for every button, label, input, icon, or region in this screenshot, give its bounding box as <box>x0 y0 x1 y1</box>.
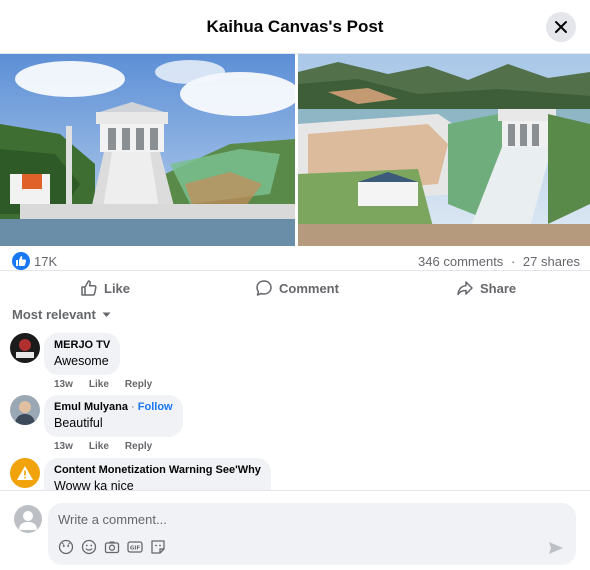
reaction-badge[interactable] <box>12 252 30 270</box>
gif-icon[interactable]: GIF <box>127 539 143 555</box>
comment-bubble: MERJO TV Awesome <box>44 333 121 375</box>
comment-author[interactable]: Content Monetization Warning See'Why <box>54 464 261 476</box>
comment-composer: GIF <box>0 490 590 570</box>
comment-author[interactable]: MERJO TV <box>54 339 110 351</box>
comment-text: Beautiful <box>54 416 103 430</box>
close-icon <box>555 21 567 33</box>
comment-input[interactable] <box>58 509 558 529</box>
comment-reply-link[interactable]: Reply <box>125 441 152 452</box>
caret-down-icon <box>102 312 111 317</box>
photo-grid <box>0 54 590 246</box>
thumbs-up-icon <box>81 280 97 296</box>
comment-author[interactable]: Emul Mulyana <box>54 401 128 413</box>
comment-time[interactable]: 13w <box>54 379 73 390</box>
comment-text: Awesome <box>54 354 109 368</box>
like-button[interactable]: Like <box>80 277 130 299</box>
like-label: Like <box>104 280 131 296</box>
post-title: Kaihua Canvas's Post <box>206 17 384 36</box>
current-user-avatar[interactable] <box>14 505 42 533</box>
reaction-count[interactable]: 17K <box>34 254 57 269</box>
composer-tools: GIF <box>58 539 166 555</box>
comment-bubble-icon <box>256 280 272 296</box>
send-icon[interactable] <box>548 541 564 555</box>
avatar-icon[interactable] <box>58 539 74 555</box>
follow-button[interactable]: Follow <box>138 401 173 413</box>
share-count[interactable]: 27 shares <box>523 254 580 269</box>
warning-icon <box>17 466 33 480</box>
photo-dam-front[interactable] <box>0 54 295 246</box>
post-stats: 17K 346 comments · 27 shares <box>12 252 580 272</box>
action-bar: Like Comment Share <box>0 270 590 304</box>
comment-sort-dropdown[interactable]: Most relevant <box>12 307 111 322</box>
post-header: Kaihua Canvas's Post <box>0 0 590 54</box>
comment-text: Woww ka nice <box>54 479 134 490</box>
share-arrow-icon <box>457 281 473 296</box>
avatar-icon <box>19 511 37 530</box>
photo-dam-aerial[interactable] <box>298 54 590 246</box>
comment-button[interactable]: Comment <box>255 277 339 299</box>
comment-label: Comment <box>279 280 339 296</box>
engagement-counts: 346 comments · 27 shares <box>414 254 580 269</box>
sticker-icon[interactable] <box>150 539 166 555</box>
comment-item: Emul Mulyana · Follow Beautiful 13w Like… <box>10 395 580 455</box>
comment-item: Content Monetization Warning See'Why Wow… <box>10 458 580 490</box>
commenter-avatar[interactable] <box>10 333 40 363</box>
comment-author-line: Emul Mulyana · Follow <box>54 401 173 413</box>
share-label: Share <box>480 280 517 296</box>
comment-meta: 13w Like Reply <box>54 379 152 390</box>
camera-icon[interactable] <box>104 539 120 555</box>
comment-like-link[interactable]: Like <box>89 379 109 390</box>
comment-bubble: Emul Mulyana · Follow Beautiful <box>44 395 183 437</box>
comment-box: GIF <box>48 503 576 565</box>
comment-reply-link[interactable]: Reply <box>125 379 152 390</box>
share-button[interactable]: Share <box>456 277 516 299</box>
commenter-avatar[interactable] <box>10 395 40 425</box>
comment-meta: 13w Like Reply <box>54 441 152 452</box>
comment-bubble: Content Monetization Warning See'Why Wow… <box>44 458 271 490</box>
comment-like-link[interactable]: Like <box>89 441 109 452</box>
comment-count[interactable]: 346 comments <box>418 254 503 269</box>
emoji-icon[interactable] <box>81 539 97 555</box>
author-separator: · <box>131 401 138 413</box>
comment-time[interactable]: 13w <box>54 441 73 452</box>
svg-text:GIF: GIF <box>130 546 141 552</box>
thumbs-up-icon <box>16 256 27 266</box>
stats-separator: · <box>510 254 516 269</box>
commenter-avatar[interactable] <box>10 458 40 488</box>
sort-label: Most relevant <box>12 307 96 322</box>
close-button[interactable] <box>546 12 576 42</box>
comment-item: MERJO TV Awesome 13w Like Reply <box>10 333 580 393</box>
